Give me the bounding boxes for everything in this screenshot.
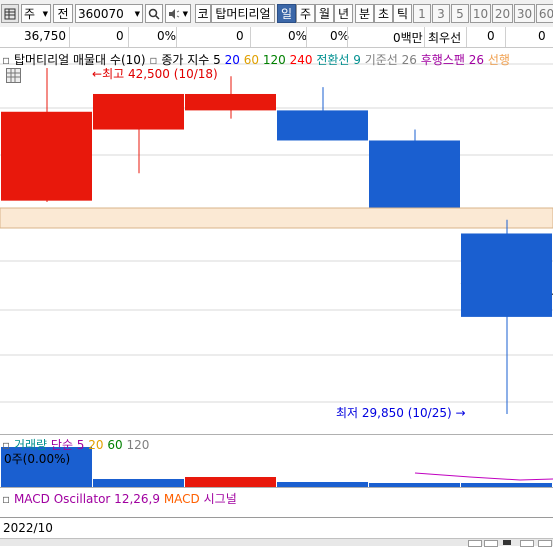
scroll-button[interactable] [538, 540, 552, 547]
volume-legend-item[interactable]: 20 [88, 438, 103, 452]
scroll-button[interactable] [484, 540, 498, 547]
macd-legend-item[interactable]: 시그널 [204, 492, 237, 506]
period-tab-5[interactable]: 초 [374, 4, 393, 23]
right-arrow-icon: → [451, 406, 466, 420]
interval-button-1[interactable]: 3 [432, 4, 450, 23]
left-arrow-icon: ← [92, 67, 103, 81]
scroll-button[interactable] [520, 540, 534, 547]
interval-button-0[interactable]: 1 [413, 4, 431, 23]
legend-marker-icon: ▫ [2, 492, 14, 506]
change-percent: 0% [157, 29, 177, 43]
chevron-down-icon: ▼ [42, 9, 48, 18]
volume-profile-band [0, 207, 553, 229]
volume-ma-line [414, 472, 553, 481]
chevron-down-icon: ▼ [182, 9, 188, 18]
period-button[interactable]: 전 [53, 4, 73, 23]
price-legend-item[interactable]: 120 [263, 53, 286, 67]
current-price: 36,750 [24, 29, 66, 43]
price-chart[interactable] [0, 48, 553, 434]
period-tab-0[interactable]: 일 [277, 4, 296, 23]
price-legend-item[interactable]: 후행스팬 26 [421, 53, 484, 67]
ask-value: 0 [538, 29, 546, 43]
speaker-icon [169, 8, 180, 19]
interval-button-2[interactable]: 5 [451, 4, 469, 23]
stock-name-label: 탑머티리얼 [215, 7, 271, 21]
high-label: 최고 42,500 (10/18) [102, 67, 218, 81]
code-input[interactable]: 360070 ▼ [75, 4, 143, 23]
low-label: 최저 29,850 (10/25) [336, 406, 452, 420]
quote-info-row: 36,750 0 0% 0 0% 0% 0백만 최우선 0 0 [0, 27, 553, 48]
volume-bar [185, 477, 276, 487]
grid-icon[interactable] [6, 68, 21, 83]
period-tab-1[interactable]: 주 [296, 4, 315, 23]
volume-value: 0 [236, 29, 244, 43]
volume-panel[interactable]: ▫ 거래량 단순 5 20 60 120 0주(0.00%) [0, 434, 553, 488]
search-button[interactable] [145, 4, 163, 23]
market-badge: 코 [195, 4, 211, 23]
interval-button-4[interactable]: 20 [492, 4, 513, 23]
price-legend-item[interactable]: 20 [225, 53, 240, 67]
price-legend-item[interactable]: 선행 [488, 53, 510, 67]
volume-bar [93, 479, 184, 487]
code-value: 360070 [78, 6, 124, 21]
low-annotation: 최저 29,850 (10/25) → [336, 404, 466, 421]
macd-panel[interactable]: ▫ MACD Oscillator 12,26,9 MACD 시그널 [0, 487, 553, 518]
period-tab-6[interactable]: 틱 [393, 4, 412, 23]
volume-legend-item[interactable]: 120 [126, 438, 149, 452]
priority-label: 최우선 [428, 31, 462, 45]
price-legend-item[interactable]: 60 [244, 53, 259, 67]
volume-legend-item[interactable]: 60 [107, 438, 122, 452]
candle-body [369, 140, 460, 208]
toolbar: 주 ▼ 전 360070 ▼ ▼ 코 탑머티리얼 일주월년분초틱 1 3 5 10 20… [0, 0, 553, 28]
stock-name: 탑머티리얼 [211, 4, 275, 23]
price-legend-item[interactable]: 전환선 9 [316, 53, 361, 67]
grid-menu-icon[interactable] [1, 4, 19, 23]
interval-button-6[interactable]: 60 [536, 4, 553, 23]
macd-legend-item[interactable]: MACD Oscillator 12,26,9 [14, 492, 160, 506]
interval-button-5[interactable]: 30 [514, 4, 535, 23]
sound-button[interactable]: ▼ [165, 4, 191, 23]
legend-marker-icon: ▫ [2, 53, 14, 67]
candle-body [461, 233, 552, 317]
volume-percent: 0% [288, 29, 308, 43]
price-legend-item[interactable]: 기준선 26 [365, 53, 417, 67]
period-tab-2[interactable]: 월 [315, 4, 334, 23]
market-select[interactable]: 주 ▼ [21, 4, 51, 23]
candle-body [1, 111, 92, 201]
date-label: 2022/10 [3, 521, 53, 535]
price-legend-item[interactable]: 240 [290, 53, 313, 67]
candle-body [93, 93, 184, 130]
price-chart-panel[interactable]: ▫ 탑머티리얼 매물대 수(10) ▫ 종가 지수 5 20 60 120 24… [0, 48, 553, 434]
macd-legend-item[interactable]: MACD [164, 492, 200, 506]
badge-label: 코 [197, 7, 209, 21]
candle-body [185, 93, 276, 111]
bid-value: 0 [487, 29, 495, 43]
period-label: 전 [57, 7, 69, 21]
market-label: 주 [24, 7, 36, 21]
scroll-button[interactable] [468, 540, 482, 547]
price-change: 0 [116, 29, 124, 43]
date-axis: 2022/10 [0, 517, 553, 539]
trade-amount: 0백만 [393, 31, 423, 45]
chevron-down-icon: ▼ [134, 9, 140, 18]
search-icon [148, 8, 160, 20]
high-annotation: ←최고 42,500 (10/18) [92, 65, 218, 82]
interval-button-3[interactable]: 10 [470, 4, 491, 23]
period-tab-3[interactable]: 년 [334, 4, 353, 23]
volume-scale: 0주(0.00%) [4, 452, 71, 466]
period-tab-4[interactable]: 분 [355, 4, 374, 23]
candle-body [277, 110, 368, 141]
scroll-thumb[interactable] [503, 540, 511, 545]
